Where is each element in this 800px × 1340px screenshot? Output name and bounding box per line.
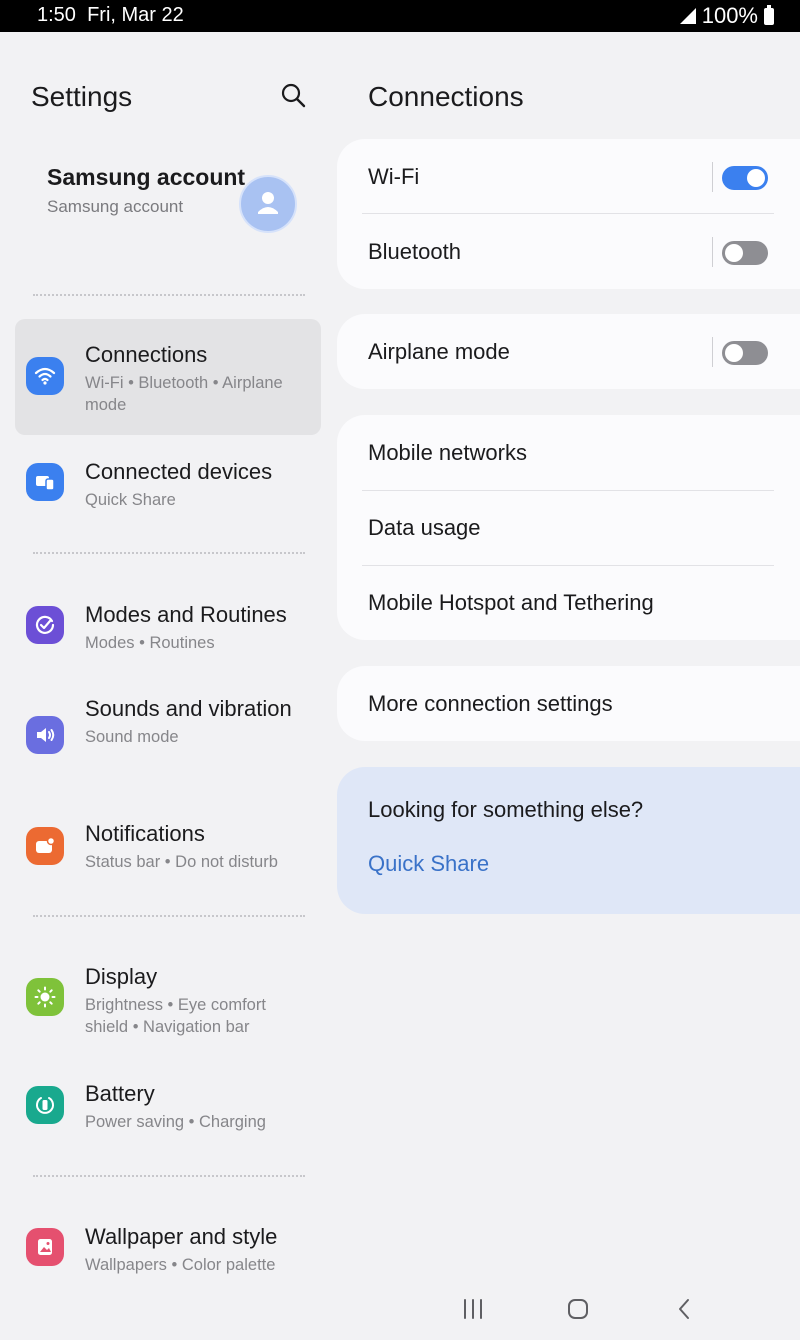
toggle-knob [725, 244, 743, 262]
bluetooth-row[interactable]: Bluetooth [368, 214, 774, 289]
hotspot-row[interactable]: Mobile Hotspot and Tethering [368, 565, 774, 640]
data-usage-row[interactable]: Data usage [368, 490, 774, 565]
toggle-knob [725, 344, 743, 362]
sidebar-item-subtitle: Quick Share [85, 491, 176, 509]
divider [712, 237, 713, 267]
system-navigation-bar [0, 1280, 800, 1340]
wifi-row[interactable]: Wi-Fi [368, 139, 774, 214]
account-name: Samsung account [47, 164, 246, 190]
speaker-icon [26, 716, 64, 754]
connections-card-airplane: Airplane mode [337, 314, 800, 389]
sun-icon [26, 978, 64, 1016]
avatar[interactable] [239, 175, 297, 233]
divider [33, 1175, 305, 1177]
sidebar-item-label: Wallpaper and style [85, 1224, 278, 1249]
sidebar-item-modes-routines[interactable]: Modes and Routines Modes • Routines [15, 580, 321, 680]
wallpaper-icon [26, 1228, 64, 1266]
sidebar-item-label: Sounds and vibration [85, 696, 292, 721]
sidebar-item-connected-devices[interactable]: Connected devices Quick Share [15, 437, 321, 537]
mobile-networks-row[interactable]: Mobile networks [368, 415, 774, 490]
sidebar-item-wallpaper-style[interactable]: Wallpaper and style Wallpapers • Color p… [15, 1202, 321, 1292]
battery-percent: 100% [701, 3, 758, 28]
account-subtitle: Samsung account [47, 197, 184, 216]
battery-status-icon [764, 4, 774, 25]
sidebar-item-label: Battery [85, 1081, 155, 1106]
notification-icon [26, 827, 64, 865]
status-bar: 1:50 Fri, Mar 22 100% [0, 0, 800, 32]
sidebar-item-display[interactable]: Display Brightness • Eye comfort shield … [15, 942, 321, 1057]
page-title: Connections [368, 81, 524, 112]
home-icon[interactable] [566, 1297, 590, 1321]
divider [33, 552, 305, 554]
wifi-toggle[interactable] [722, 166, 768, 190]
back-icon[interactable] [673, 1297, 697, 1321]
sidebar-item-subtitle: Brightness • Eye comfort shield • Naviga… [85, 996, 266, 1036]
divider [712, 337, 713, 367]
data-usage-label: Data usage [368, 515, 481, 540]
sidebar-item-label: Modes and Routines [85, 602, 287, 627]
sidebar-item-subtitle: Power saving • Charging [85, 1113, 266, 1131]
battery-icon [26, 1086, 64, 1124]
signal-icon [679, 8, 696, 24]
sidebar-item-subtitle: Status bar • Do not disturb [85, 853, 278, 871]
sidebar-item-label: Connections [85, 342, 208, 367]
divider [33, 294, 305, 296]
devices-icon [26, 463, 64, 501]
bluetooth-label: Bluetooth [368, 239, 461, 264]
bluetooth-toggle[interactable] [722, 241, 768, 265]
sidebar-item-notifications[interactable]: Notifications Status bar • Do not distur… [15, 800, 321, 900]
settings-title: Settings [31, 81, 133, 112]
search-icon[interactable] [280, 82, 306, 108]
suggestion-card: Looking for something else? Quick Share [337, 767, 800, 914]
mobile-networks-label: Mobile networks [368, 440, 527, 465]
status-time: 1:50 [37, 4, 76, 26]
sidebar-item-battery[interactable]: Battery Power saving • Charging [15, 1059, 321, 1159]
sidebar-item-label: Notifications [85, 821, 205, 846]
airplane-mode-toggle[interactable] [722, 341, 768, 365]
airplane-mode-row[interactable]: Airplane mode [368, 314, 774, 389]
divider [33, 915, 305, 917]
sidebar-item-subtitle: Modes • Routines [85, 634, 215, 652]
sidebar-item-label: Display [85, 964, 158, 989]
person-icon [258, 192, 278, 214]
status-date: Fri, Mar 22 [87, 4, 184, 26]
sidebar-item-connections[interactable]: Connections Wi-Fi • Bluetooth • Airplane… [15, 319, 321, 435]
toggle-knob [747, 169, 765, 187]
connections-card-more: More connection settings [337, 666, 800, 741]
sidebar-item-subtitle: Wi-Fi • Bluetooth • Airplane mode [85, 374, 283, 414]
airplane-mode-label: Airplane mode [368, 339, 510, 364]
check-circle-icon [26, 606, 64, 644]
recent-apps-icon[interactable] [461, 1297, 485, 1321]
suggestion-title: Looking for something else? [368, 797, 644, 822]
wifi-label: Wi-Fi [368, 164, 420, 189]
connections-card-wireless: Wi-Fi Bluetooth [337, 139, 800, 289]
status-time-date: 1:50 Fri, Mar 22 [37, 4, 184, 27]
sidebar-item-sounds-vibration[interactable]: Sounds and vibration Sound mode [15, 682, 321, 797]
more-connection-settings-label: More connection settings [368, 691, 613, 716]
sidebar-item-subtitle: Wallpapers • Color palette [85, 1256, 276, 1274]
sidebar-item-label: Connected devices [85, 459, 273, 484]
connections-card-networks: Mobile networks Data usage Mobile Hotspo… [337, 415, 800, 640]
divider [712, 162, 713, 192]
settings-list-pane: Settings Samsung account Samsung account [0, 32, 336, 1274]
sidebar-item-subtitle: Sound mode [85, 728, 179, 746]
wifi-icon [26, 357, 64, 395]
quick-share-link[interactable]: Quick Share [368, 851, 489, 877]
more-connection-settings-row[interactable]: More connection settings [368, 666, 774, 741]
hotspot-label: Mobile Hotspot and Tethering [368, 590, 654, 615]
